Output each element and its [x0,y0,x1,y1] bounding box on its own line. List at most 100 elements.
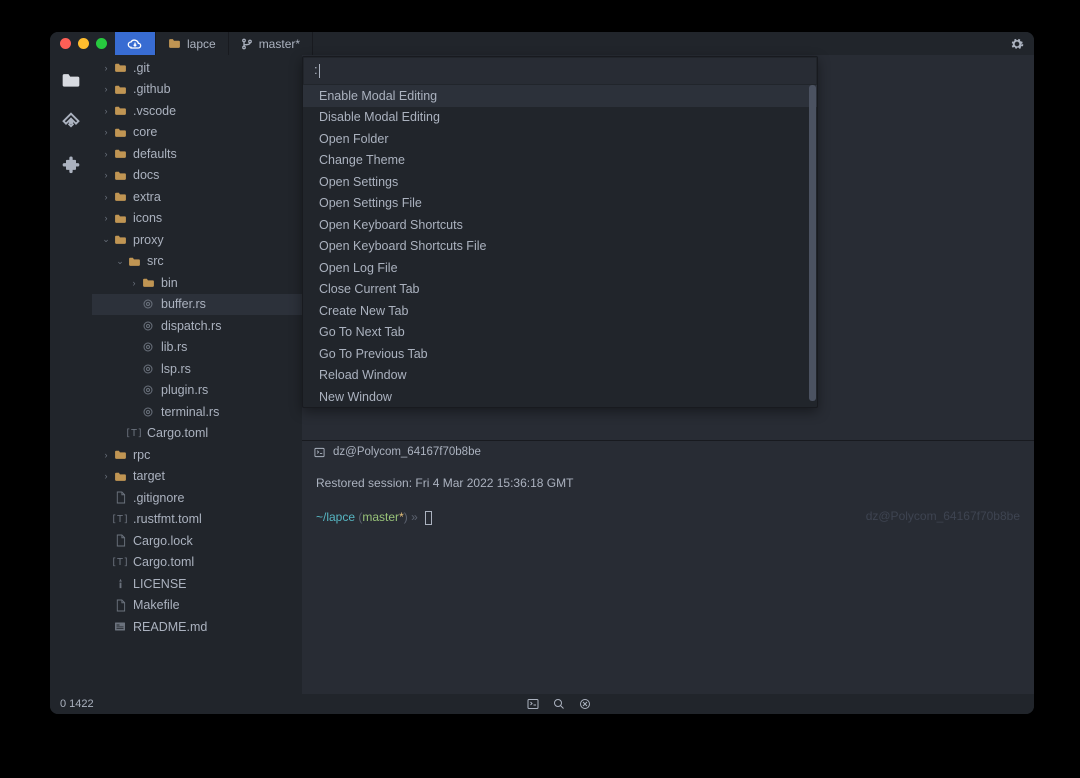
tree-row[interactable]: ›bin [92,272,302,294]
terminal-right-label: dz@Polycom_64167f70b8be [866,509,1020,523]
folder-icon [112,148,128,159]
tree-item-label: README.md [133,620,207,634]
palette-item[interactable]: Open Keyboard Shortcuts [303,214,817,236]
tab-project[interactable]: lapce [156,32,229,55]
palette-item[interactable]: Open Keyboard Shortcuts File [303,236,817,258]
terminal-tab-header[interactable]: dz@Polycom_64167f70b8be [302,441,1034,463]
rust-icon [140,363,156,375]
folder-icon [112,234,128,245]
status-error-icon[interactable] [579,698,591,710]
tree-item-label: core [133,125,157,139]
command-palette-input[interactable]: : [304,58,816,84]
tree-row[interactable]: dispatch.rs [92,315,302,337]
tree-item-label: defaults [133,147,177,161]
tree-item-label: src [147,254,164,268]
tree-row[interactable]: terminal.rs [92,401,302,423]
tree-row[interactable]: [T] Cargo.toml [92,552,302,574]
tree-item-label: lsp.rs [161,362,191,376]
palette-item[interactable]: Open Log File [303,257,817,279]
tree-row[interactable]: lsp.rs [92,358,302,380]
tree-row[interactable]: .gitignore [92,487,302,509]
palette-item[interactable]: New Window [303,386,817,407]
palette-item[interactable]: Create New Tab [303,300,817,322]
tree-row[interactable]: ›icons [92,208,302,230]
tree-item-label: docs [133,168,159,182]
prompt-arrow: » [411,510,418,524]
main-area: : Enable Modal EditingDisable Modal Edit… [302,55,1034,694]
tree-row[interactable]: buffer.rs [92,294,302,316]
tab-remote[interactable] [115,32,156,55]
palette-scrollbar[interactable] [809,85,816,401]
palette-item[interactable]: Go To Previous Tab [303,343,817,365]
terminal-body[interactable]: Restored session: Fri 4 Mar 2022 15:36:1… [302,463,1034,694]
tab-git-branch[interactable]: master* [229,32,313,55]
tree-item-label: terminal.rs [161,405,219,419]
close-window-button[interactable] [60,38,71,49]
command-palette: : Enable Modal EditingDisable Modal Edit… [302,56,818,408]
tree-item-label: Cargo.toml [133,555,194,569]
tree-item-label: LICENSE [133,577,187,591]
source-control-icon[interactable] [60,111,82,133]
maximize-window-button[interactable] [96,38,107,49]
tab-git-branch-label: master* [259,37,300,51]
rust-icon [140,341,156,353]
palette-item[interactable]: Change Theme [303,150,817,172]
palette-item[interactable]: Close Current Tab [303,279,817,301]
tab-project-label: lapce [187,37,216,51]
tree-item-label: .git [133,61,150,75]
folder-icon [112,84,128,95]
folder-icon [168,38,181,49]
file-explorer[interactable]: ›.git›.github›.vscode›core›defaults›docs… [92,55,302,694]
palette-item[interactable]: Open Settings [303,171,817,193]
tree-row[interactable]: ›.github [92,79,302,101]
status-search-icon[interactable] [553,698,565,710]
tree-row[interactable]: ⌄proxy [92,229,302,251]
terminal-icon [314,447,325,458]
activity-bar [50,55,92,694]
tree-row[interactable]: ›docs [92,165,302,187]
palette-item[interactable]: Disable Modal Editing [303,107,817,129]
toml-icon: [T] [112,557,128,568]
tree-item-label: plugin.rs [161,383,208,397]
terminal-cursor [425,511,432,525]
palette-item[interactable]: Reload Window [303,365,817,387]
status-terminal-icon[interactable] [527,698,539,710]
status-problems[interactable]: 0 1422 [60,698,94,710]
tree-row[interactable]: ›core [92,122,302,144]
folder-icon [140,277,156,288]
editor-area[interactable]: : Enable Modal EditingDisable Modal Edit… [302,55,1034,440]
explorer-icon[interactable] [60,69,82,91]
tree-row[interactable]: [T]Cargo.toml [92,423,302,445]
tree-row[interactable]: lib.rs [92,337,302,359]
tree-row[interactable]: ›rpc [92,444,302,466]
tree-row[interactable]: [T].rustfmt.toml [92,509,302,531]
palette-item[interactable]: Open Settings File [303,193,817,215]
palette-item[interactable]: Go To Next Tab [303,322,817,344]
tree-row[interactable]: ⌄src [92,251,302,273]
toml-icon: [T] [126,428,142,439]
folder-icon [112,62,128,73]
toml-icon: [T] [112,514,128,525]
tree-row[interactable]: LICENSE [92,573,302,595]
tree-row[interactable]: plugin.rs [92,380,302,402]
tree-row[interactable]: README.md [92,616,302,638]
tree-row[interactable]: ›defaults [92,143,302,165]
tree-row[interactable]: Cargo.lock [92,530,302,552]
tree-item-label: .vscode [133,104,176,118]
tree-item-label: Makefile [133,598,180,612]
tree-row[interactable]: ›extra [92,186,302,208]
tree-item-label: icons [133,211,162,225]
cloud-workspace-icon [127,38,143,50]
tree-row[interactable]: Makefile [92,595,302,617]
folder-icon [126,256,142,267]
extensions-icon[interactable] [60,153,82,175]
palette-item[interactable]: Enable Modal Editing [303,85,817,107]
tree-row[interactable]: ›.vscode [92,100,302,122]
minimize-window-button[interactable] [78,38,89,49]
settings-gear-icon[interactable] [1010,37,1024,51]
folder-icon [112,471,128,482]
tree-row[interactable]: ›target [92,466,302,488]
rust-icon [140,384,156,396]
palette-item[interactable]: Open Folder [303,128,817,150]
tree-row[interactable]: ›.git [92,57,302,79]
